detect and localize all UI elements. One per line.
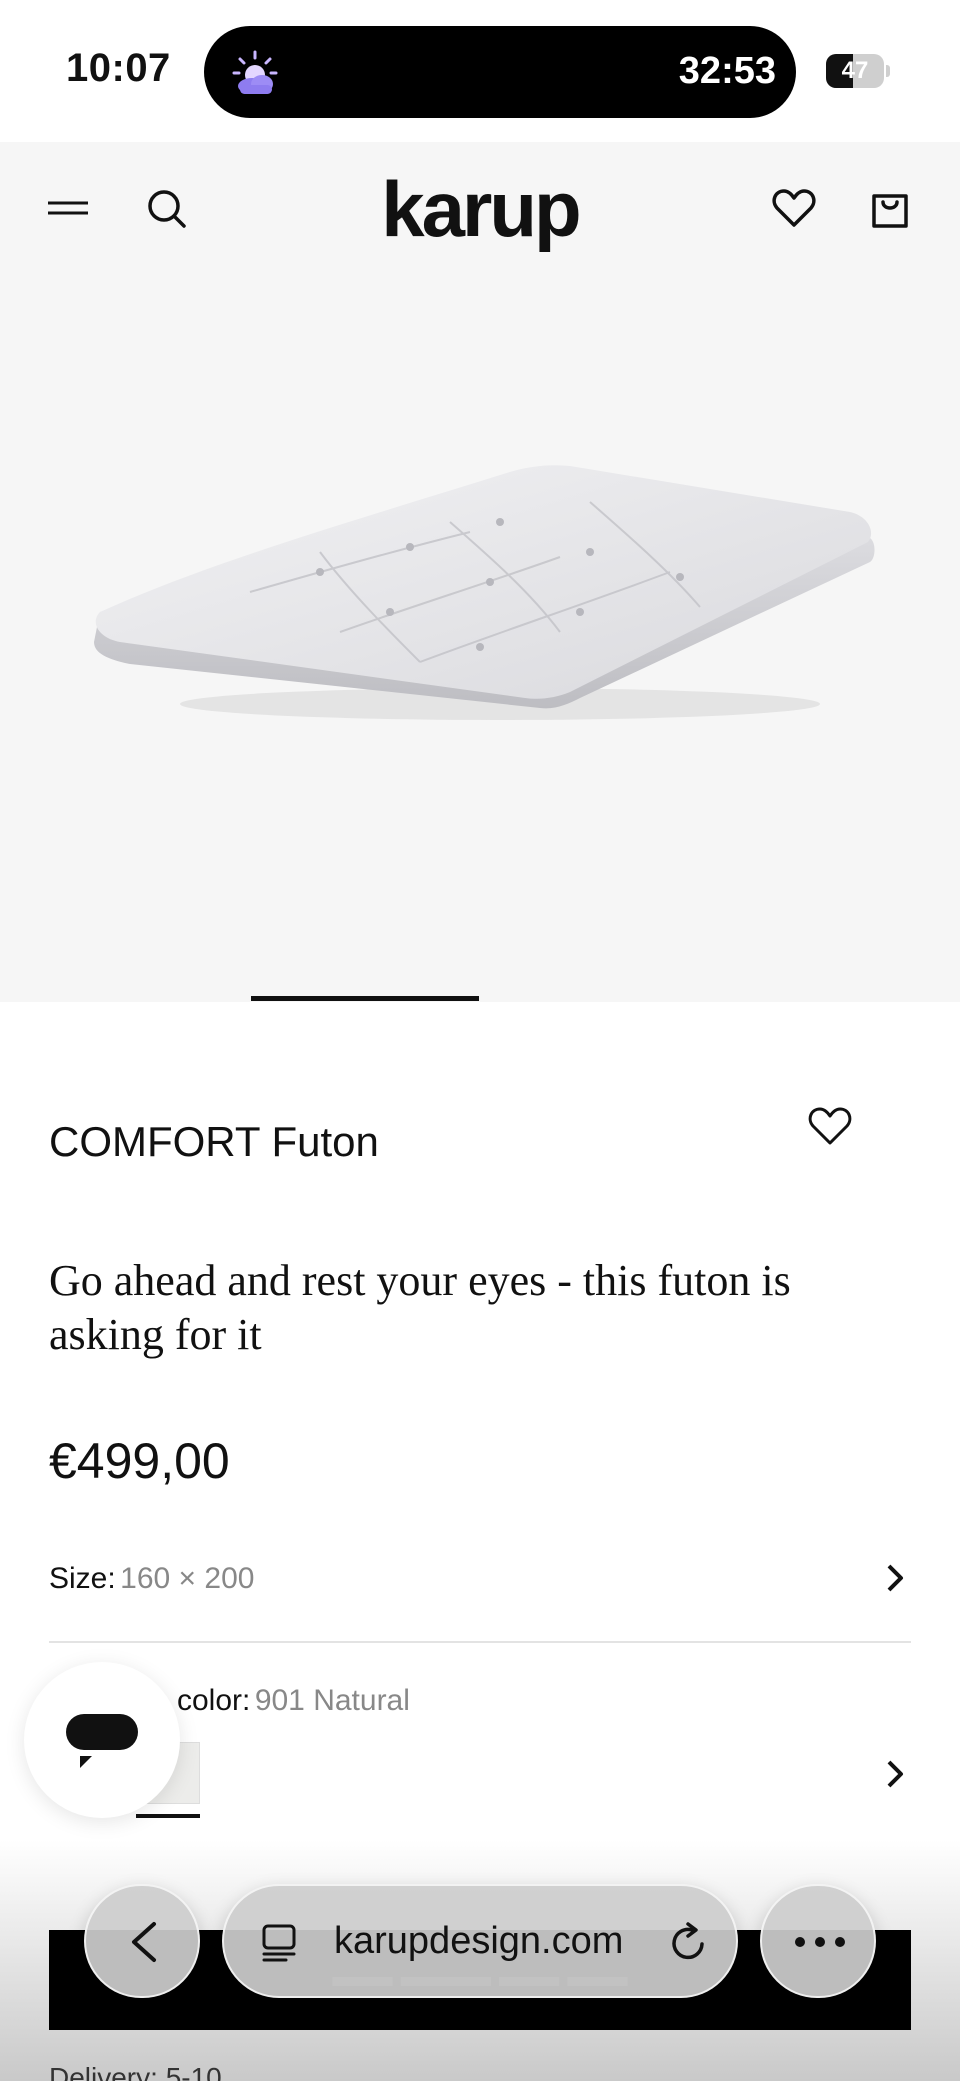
product-gallery[interactable]: karup bbox=[0, 142, 960, 1002]
carousel-indicator-track bbox=[0, 996, 960, 1002]
size-selector[interactable]: Size: 160 × 200 bbox=[49, 1562, 911, 1606]
chevron-left-icon bbox=[132, 1922, 156, 1962]
add-to-wishlist-heart-icon[interactable] bbox=[806, 1102, 854, 1150]
battery-indicator: 47 bbox=[826, 54, 890, 88]
size-label: Size: bbox=[49, 1562, 116, 1595]
shopping-bag-icon[interactable] bbox=[866, 184, 914, 232]
chat-bubble-icon bbox=[66, 1714, 138, 1768]
carousel-indicator-active bbox=[251, 996, 479, 1001]
swatch-selected-underline bbox=[136, 1814, 200, 1818]
color-label: color: bbox=[177, 1684, 251, 1717]
status-bar: 10:07 32:53 47 bbox=[0, 0, 960, 142]
chevron-right-icon bbox=[887, 1760, 903, 1788]
color-value: 901 Natural bbox=[254, 1684, 410, 1717]
weather-icon bbox=[232, 50, 278, 94]
live-activity-timer: 32:53 bbox=[678, 50, 776, 92]
status-time: 10:07 bbox=[66, 46, 171, 90]
product-tagline: Go ahead and rest your eyes - this futon… bbox=[49, 1256, 791, 1359]
address-bar[interactable]: karupdesign.com bbox=[222, 1884, 738, 1998]
url-text: karupdesign.com bbox=[334, 1920, 624, 1962]
tabs-icon[interactable] bbox=[260, 1922, 300, 1964]
heart-icon[interactable] bbox=[770, 184, 818, 232]
battery-percentage: 47 bbox=[841, 57, 869, 84]
reload-icon[interactable] bbox=[668, 1922, 710, 1964]
product-title: COMFORT Futon bbox=[49, 1118, 379, 1165]
more-options-button[interactable] bbox=[760, 1884, 876, 1998]
delivery-info: Delivery: 5-10 bbox=[49, 2062, 222, 2081]
size-value: 160 × 200 bbox=[120, 1562, 255, 1595]
divider bbox=[49, 1641, 911, 1643]
product-price: €499,00 bbox=[49, 1433, 230, 1489]
chevron-right-icon bbox=[887, 1564, 903, 1592]
product-image-futon bbox=[94, 465, 875, 720]
more-dots-icon bbox=[795, 1937, 845, 1947]
dynamic-island[interactable]: 32:53 bbox=[204, 26, 796, 118]
back-button[interactable] bbox=[84, 1884, 200, 1998]
chat-widget-button[interactable] bbox=[24, 1662, 180, 1818]
